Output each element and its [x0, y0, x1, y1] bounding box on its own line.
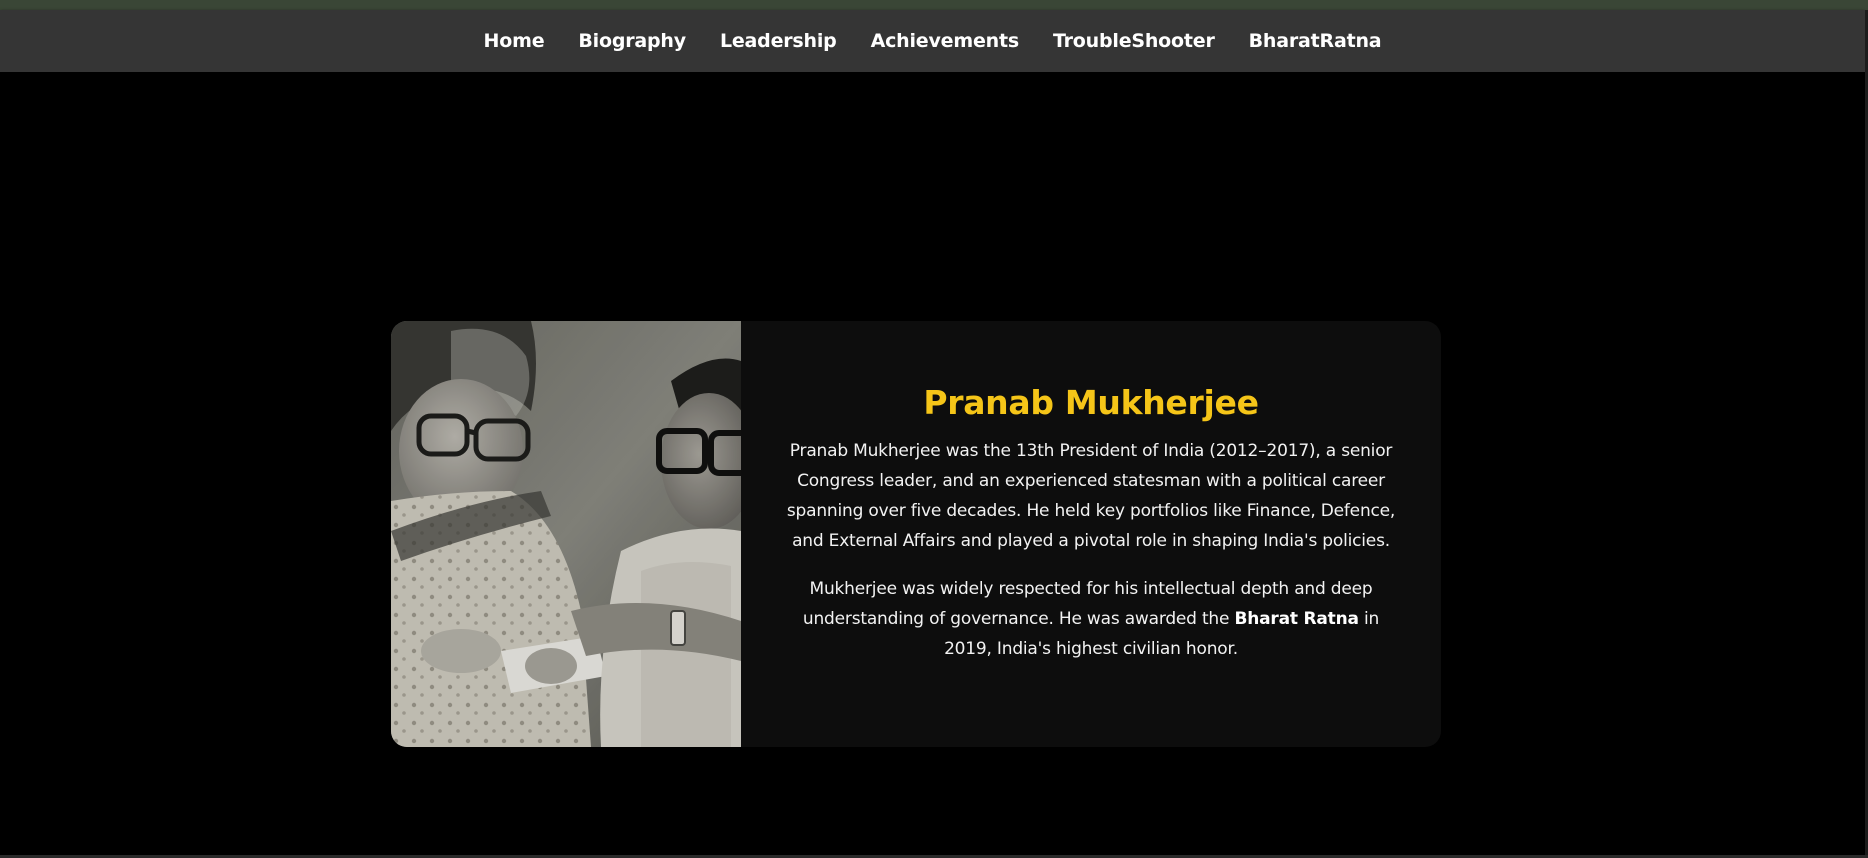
- nav-list: Home Biography Leadership Achievements T…: [0, 10, 1865, 72]
- nav-item-bharatratna: BharatRatna: [1249, 30, 1382, 52]
- nav-link-bharatratna[interactable]: BharatRatna: [1249, 30, 1382, 52]
- window-top-strip: [0, 0, 1868, 10]
- profile-paragraph-2: Mukherjee was widely respected for his i…: [785, 574, 1397, 664]
- nav-item-biography: Biography: [578, 30, 686, 52]
- nav-link-home[interactable]: Home: [484, 30, 545, 52]
- photo-image: [391, 321, 741, 747]
- nav-item-achievements: Achievements: [871, 30, 1020, 52]
- profile-card: Pranab Mukherjee Pranab Mukherjee was th…: [391, 321, 1441, 747]
- historical-photo: [391, 321, 741, 747]
- nav-link-troubleshooter[interactable]: TroubleShooter: [1053, 30, 1215, 52]
- navbar: Home Biography Leadership Achievements T…: [0, 10, 1865, 72]
- nav-link-biography[interactable]: Biography: [578, 30, 686, 52]
- nav-item-leadership: Leadership: [720, 30, 837, 52]
- nav-link-leadership[interactable]: Leadership: [720, 30, 837, 52]
- profile-title: Pranab Mukherjee: [923, 382, 1259, 422]
- profile-content: Pranab Mukherjee Pranab Mukherjee was th…: [741, 321, 1441, 747]
- nav-item-home: Home: [484, 30, 545, 52]
- profile-paragraph-1: Pranab Mukherjee was the 13th President …: [786, 440, 1396, 551]
- nav-link-achievements[interactable]: Achievements: [871, 30, 1020, 52]
- bharat-ratna-emphasis: Bharat Ratna: [1234, 608, 1359, 629]
- nav-item-troubleshooter: TroubleShooter: [1053, 30, 1215, 52]
